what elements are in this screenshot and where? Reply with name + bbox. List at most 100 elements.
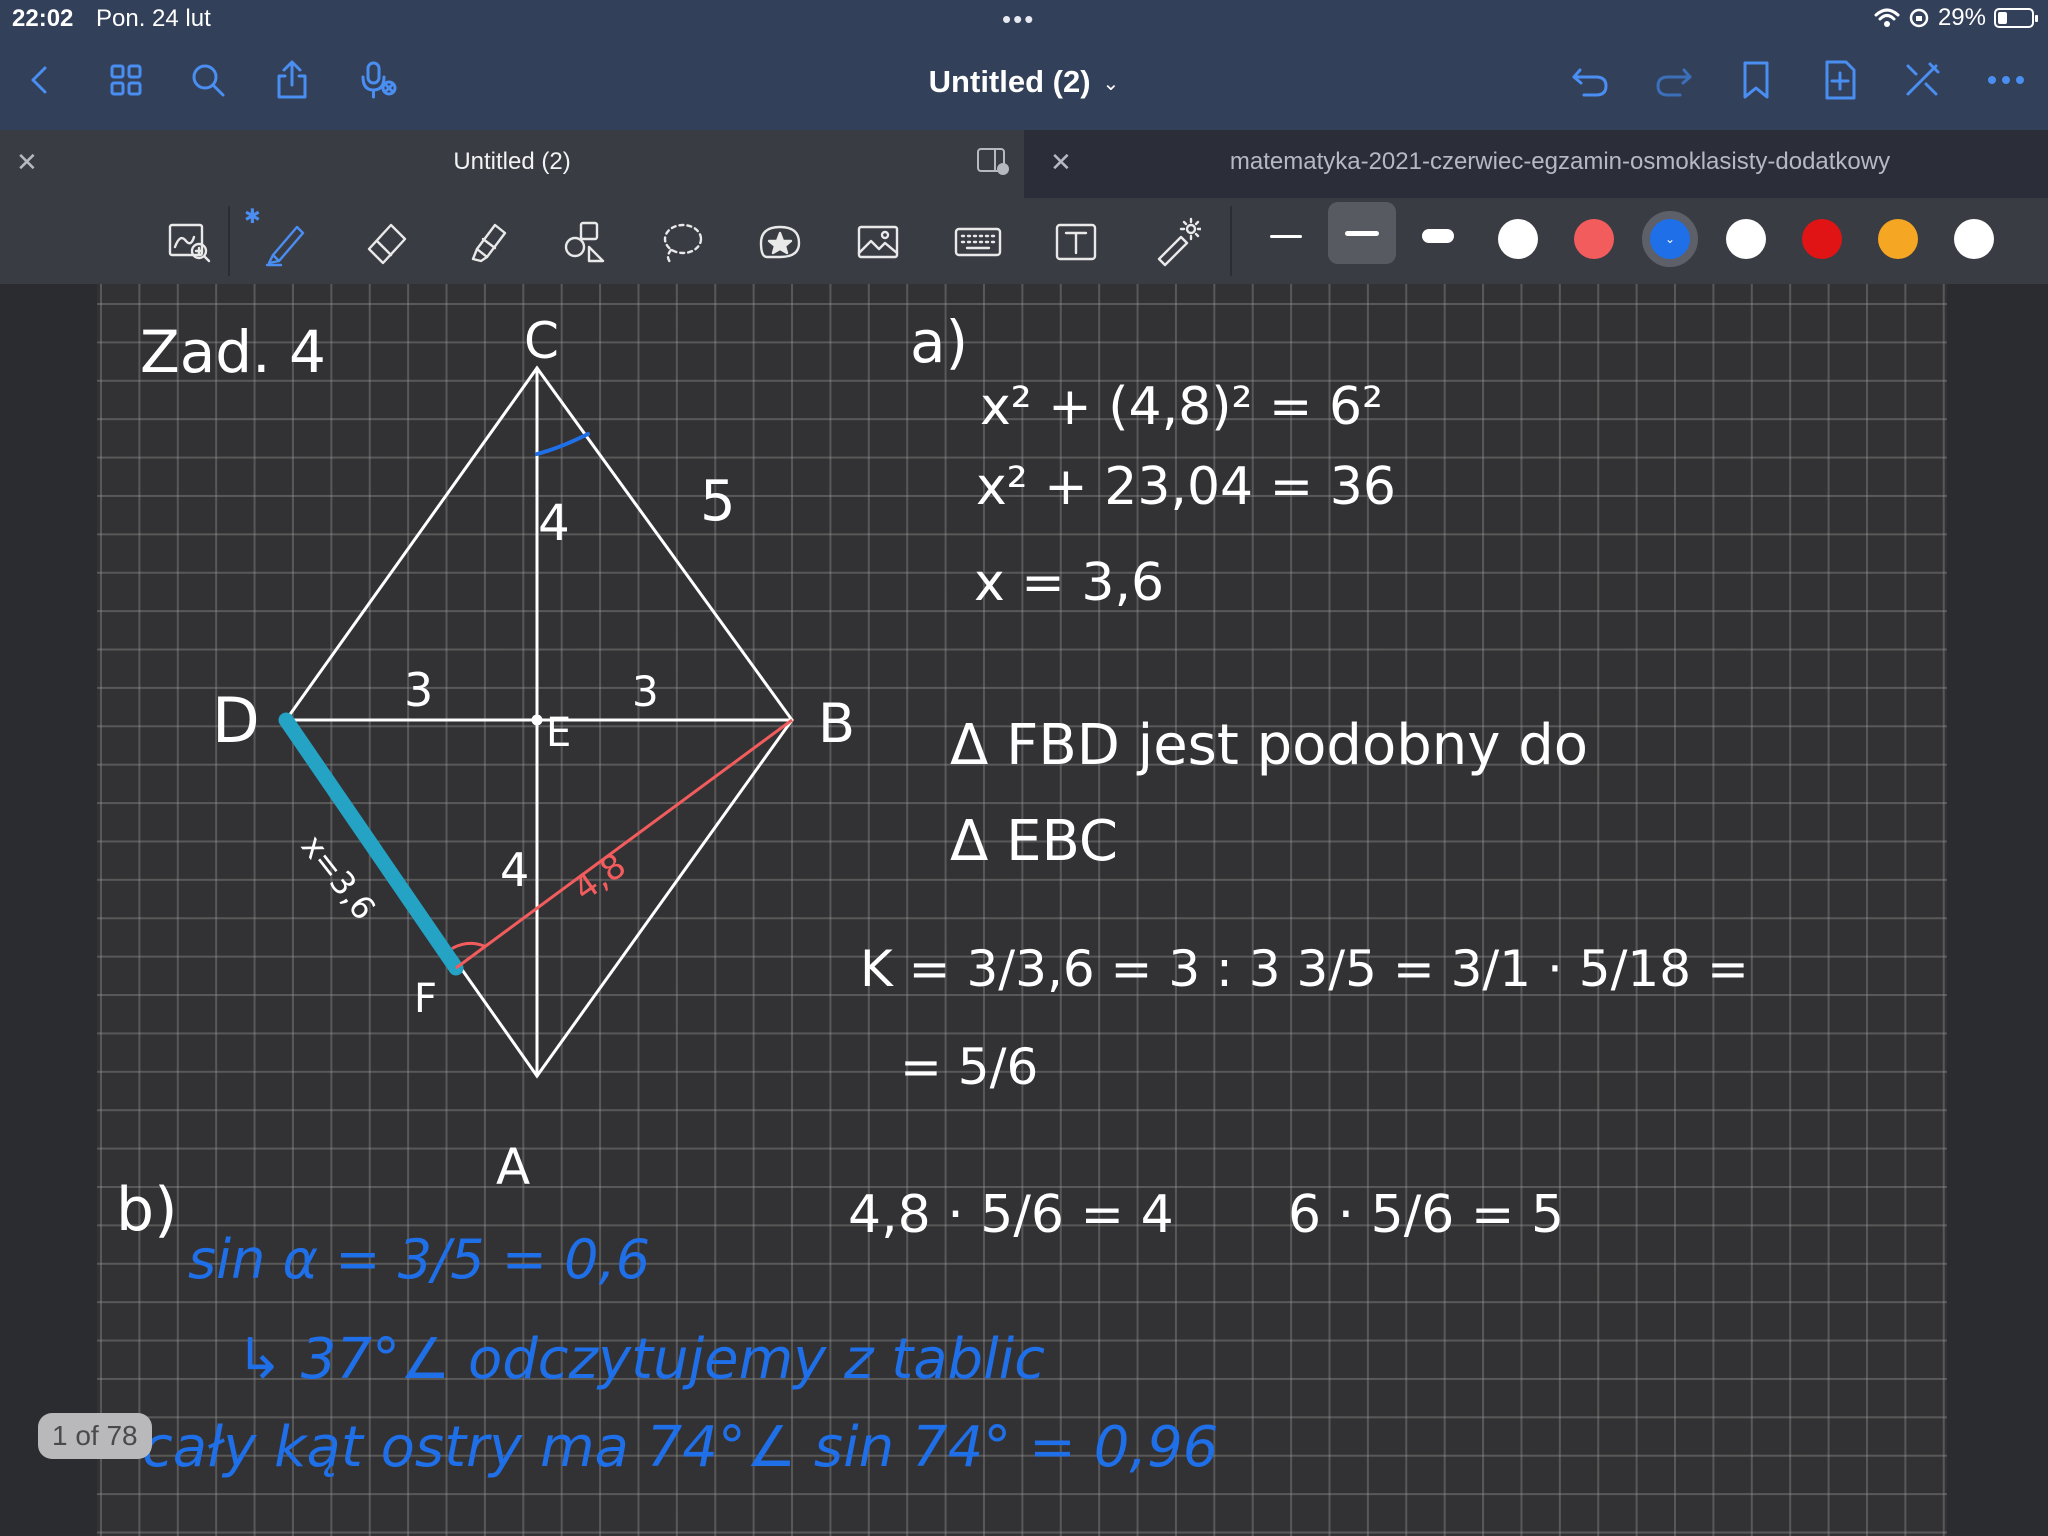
close-tab-icon[interactable]: ✕: [1050, 147, 1072, 178]
stroke-size-thin[interactable]: [1252, 205, 1320, 267]
eraser-tool[interactable]: [356, 212, 416, 272]
sine-equation: sin α = 3/5 = 0,6: [188, 1228, 650, 1291]
similarity-line-1: Δ FBD jest podobny do: [950, 713, 1588, 778]
highlighter-icon: [471, 223, 507, 263]
vertex-d: D: [212, 684, 260, 757]
zoom-window-icon: [168, 223, 211, 263]
wifi-icon: [1874, 8, 1900, 27]
half-diagonal-top: 4: [538, 494, 570, 552]
redo-button[interactable]: [1650, 56, 1698, 104]
more-button[interactable]: [1982, 56, 2030, 104]
text-box-icon: [1055, 223, 1097, 261]
part-b-label: b): [116, 1175, 178, 1245]
document-title-button[interactable]: Untitled (2) ⌄: [929, 64, 1120, 99]
handwriting-layer: Zad. 4 C D B A E F 5 4 4 3 3 4,8 x=3,6 a…: [116, 308, 1749, 1480]
ellipsis-icon: [1988, 76, 2024, 84]
equation-1: x² + (4,8)² = 6²: [980, 377, 1383, 437]
vertex-e: E: [546, 710, 571, 756]
stroke-size-thick[interactable]: [1404, 205, 1472, 267]
stickers-tool[interactable]: [750, 212, 810, 272]
lasso-icon: [663, 223, 703, 265]
battery-percent: 29%: [1937, 4, 1986, 31]
full-angle-line: cały kąt ostry ma 74°∠ sin 74° = 0,96: [142, 1415, 1218, 1480]
status-date: Pon. 24 lut: [96, 5, 211, 32]
shapes-tool[interactable]: [554, 212, 614, 272]
status-bar: 22:02 Pon. 24 lut ••• 29%: [0, 0, 2048, 36]
chevron-left-icon: [31, 66, 47, 94]
multitasking-dots-icon[interactable]: •••: [1002, 4, 1035, 35]
pen-tool[interactable]: [256, 212, 316, 272]
text-tool[interactable]: [1046, 212, 1106, 272]
goodnotes-app: 22:02 Pon. 24 lut ••• 29% Untitled (2) ⌄: [0, 0, 2048, 1536]
undo-icon: [1572, 68, 1608, 97]
image-icon: [857, 225, 899, 259]
chevron-down-icon: ⌄: [1102, 73, 1120, 96]
bookmark-button[interactable]: [1732, 56, 1780, 104]
status-time: 22:02: [12, 5, 74, 32]
eraser-icon: [367, 223, 407, 265]
tab-label: matematyka-2021-czerwiec-egzamin-osmokla…: [1229, 148, 1891, 175]
image-tool[interactable]: [848, 212, 908, 272]
color-swatch-red[interactable]: [1802, 219, 1842, 259]
shapes-icon: [564, 221, 605, 263]
orientation-lock-icon: [1909, 8, 1929, 28]
half-diagonal-left: 3: [404, 663, 433, 717]
tab-label: Untitled (2): [453, 148, 571, 175]
share-button[interactable]: [268, 56, 316, 104]
thumbnails-button[interactable]: [102, 56, 150, 104]
canvas-area[interactable]: Zad. 4 C D B A E F 5 4 4 3 3 4,8 x=3,6 a…: [0, 284, 2048, 1536]
color-swatch-white[interactable]: [1498, 219, 1538, 259]
angle-from-table: ↳ 37°∠ odczytujemy z tablic: [236, 1327, 1045, 1392]
split-view-icon[interactable]: [976, 146, 1010, 176]
zoom-lasso-tool[interactable]: [159, 212, 219, 272]
chevron-down-icon: ⌄: [1664, 232, 1676, 246]
calculation-2: 6 · 5/6 = 5: [1288, 1185, 1564, 1245]
add-page-button[interactable]: [1816, 56, 1864, 104]
lasso-tool[interactable]: [652, 212, 712, 272]
redo-icon: [1656, 68, 1692, 97]
search-button[interactable]: [184, 56, 232, 104]
status-indicators: 29%: [1874, 4, 2038, 32]
pen-cross-icon: [1906, 62, 1940, 96]
part-a-label: a): [910, 308, 968, 376]
similarity-line-2: Δ EBC: [950, 809, 1118, 874]
half-diagonal-bottom: 4: [500, 843, 529, 897]
tab-matematyka[interactable]: ✕ matematyka-2021-czerwiec-egzamin-osmok…: [1024, 130, 2048, 198]
page-counter: 1 of 78: [38, 1413, 152, 1459]
color-swatch-blue[interactable]: ⌄: [1642, 211, 1698, 267]
color-swatch-white-3[interactable]: [1954, 219, 1994, 259]
record-audio-button[interactable]: [354, 56, 402, 104]
altitude-length: 4,8: [566, 846, 633, 910]
tools-toggle-button[interactable]: [1898, 56, 1946, 104]
grid-icon: [110, 64, 142, 96]
highlighter-tool[interactable]: [456, 212, 516, 272]
tab-untitled[interactable]: ✕ Untitled (2): [0, 130, 1024, 198]
equation-2: x² + 23,04 = 36: [976, 457, 1396, 517]
laser-pointer-icon: [1157, 217, 1201, 267]
angle-mark-c: [535, 432, 590, 456]
vertex-a: A: [496, 1138, 530, 1196]
heading-text: Zad. 4: [140, 318, 326, 386]
back-button[interactable]: [16, 56, 64, 104]
color-swatch-light-red[interactable]: [1574, 219, 1614, 259]
equation-3: x = 3,6: [974, 553, 1164, 613]
half-diagonal-right: 3: [632, 667, 659, 716]
side-length: 5: [700, 469, 736, 534]
pen-icon: [265, 225, 305, 267]
keyboard-tool[interactable]: [948, 212, 1008, 272]
share-icon: [277, 60, 307, 99]
color-swatch-white-2[interactable]: [1726, 219, 1766, 259]
navigation-bar: Untitled (2) ⌄: [0, 36, 2048, 130]
calculation-1: 4,8 · 5/6 = 4: [848, 1185, 1174, 1245]
stroke-size-medium[interactable]: [1328, 202, 1396, 264]
bookmark-icon: [1743, 61, 1769, 99]
vertex-c: C: [524, 312, 559, 370]
document-title-text: Untitled (2): [928, 64, 1091, 99]
ratio-result: = 5/6: [900, 1038, 1038, 1096]
laser-pointer-tool[interactable]: [1146, 212, 1206, 272]
point-e: [531, 714, 543, 726]
color-swatch-orange[interactable]: [1878, 219, 1918, 259]
search-icon: [192, 64, 225, 97]
undo-button[interactable]: [1566, 56, 1614, 104]
sticker-star-icon: [759, 225, 801, 259]
